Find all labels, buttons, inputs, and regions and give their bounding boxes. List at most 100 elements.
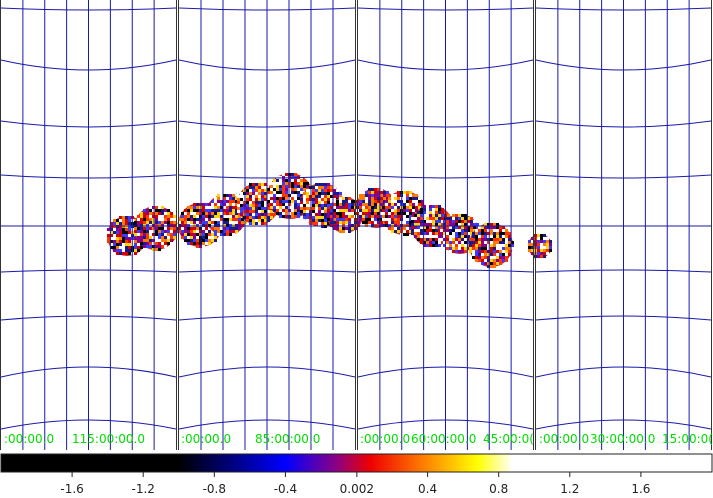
speckle <box>452 229 455 232</box>
speckle <box>137 227 140 230</box>
speckle <box>255 204 258 207</box>
speckle <box>312 210 315 213</box>
speckle <box>303 204 306 207</box>
coord-label: 85:00:00.0 <box>255 432 320 446</box>
speckle <box>336 195 339 198</box>
speckle <box>167 239 170 242</box>
speckle <box>300 210 303 213</box>
speckle <box>300 179 303 182</box>
speckle <box>140 246 143 249</box>
speckle <box>464 250 467 253</box>
speckle <box>116 243 119 246</box>
speckle <box>122 231 125 234</box>
speckle <box>543 240 546 243</box>
speckle <box>134 249 137 252</box>
speckle <box>181 236 184 239</box>
sky-image-viewer[interactable]: :00:00.0 115:00:00.0 :00:00.0 85:00:00.0… <box>0 0 713 452</box>
colorbar[interactable]: -1.6 -1.2 -0.8 -0.4 0.002 0.4 0.8 1.2 1.… <box>0 452 713 498</box>
speckle <box>240 204 243 207</box>
speckle <box>146 233 149 236</box>
speckle <box>403 200 406 203</box>
speckle <box>429 214 432 217</box>
speckle <box>229 227 232 230</box>
speckle <box>167 230 170 233</box>
speckle <box>403 227 406 230</box>
speckle <box>429 220 432 223</box>
speckle <box>270 194 273 197</box>
speckle <box>211 233 214 236</box>
speckle <box>303 213 306 216</box>
speckle <box>252 204 255 207</box>
colorbar-tick-label: 0.8 <box>489 482 508 496</box>
speckle <box>190 236 193 239</box>
speckle <box>351 203 354 206</box>
speckle <box>249 216 252 219</box>
speckle <box>432 208 435 211</box>
speckle <box>391 197 394 200</box>
speckle <box>155 206 158 209</box>
speckle <box>435 205 438 208</box>
speckle <box>348 212 351 215</box>
speckle <box>119 237 122 240</box>
observation-tile <box>528 234 552 258</box>
speckle <box>196 239 199 242</box>
speckle <box>252 195 255 198</box>
speckle <box>164 239 167 242</box>
speckle <box>279 200 282 203</box>
speckle <box>386 194 389 197</box>
coord-label: 115:00:00.0 <box>72 432 145 446</box>
speckle <box>164 236 167 239</box>
speckle <box>306 216 309 219</box>
speckle <box>321 213 324 216</box>
speckle <box>158 212 161 215</box>
speckle <box>170 212 173 215</box>
speckle <box>435 229 438 232</box>
speckle <box>397 212 400 215</box>
speckle <box>270 200 273 203</box>
speckle <box>345 197 348 200</box>
speckle <box>282 206 285 209</box>
speckle <box>232 212 235 215</box>
speckle <box>237 198 240 201</box>
speckle <box>429 244 432 247</box>
speckle <box>255 183 258 186</box>
speckle <box>273 179 276 182</box>
speckle <box>208 206 211 209</box>
speckle <box>202 203 205 206</box>
speckle <box>403 221 406 224</box>
speckle <box>391 200 394 203</box>
speckle <box>502 256 505 259</box>
speckle <box>208 203 211 206</box>
speckle <box>318 201 321 204</box>
speckle <box>285 185 288 188</box>
speckle <box>418 200 421 203</box>
speckle <box>170 218 173 221</box>
speckle <box>391 221 394 224</box>
speckle <box>418 203 421 206</box>
speckle <box>481 241 484 244</box>
speckle <box>202 236 205 239</box>
speckle <box>161 221 164 224</box>
speckle <box>164 215 167 218</box>
speckle <box>202 209 205 212</box>
speckle <box>499 259 502 262</box>
speckle <box>438 205 441 208</box>
speckle <box>490 235 493 238</box>
observation-tile <box>134 206 179 251</box>
speckle <box>374 191 377 194</box>
speckle <box>226 230 229 233</box>
speckle <box>432 220 435 223</box>
speckle <box>229 233 232 236</box>
speckle <box>345 227 348 230</box>
speckle <box>449 250 452 253</box>
speckle <box>279 197 282 200</box>
speckle <box>170 236 173 239</box>
speckle <box>438 211 441 214</box>
speckle <box>412 206 415 209</box>
speckle <box>214 239 217 242</box>
speckle <box>484 259 487 262</box>
speckle <box>472 238 475 241</box>
speckle <box>229 230 232 233</box>
speckle <box>380 197 383 200</box>
speckle <box>214 218 217 221</box>
